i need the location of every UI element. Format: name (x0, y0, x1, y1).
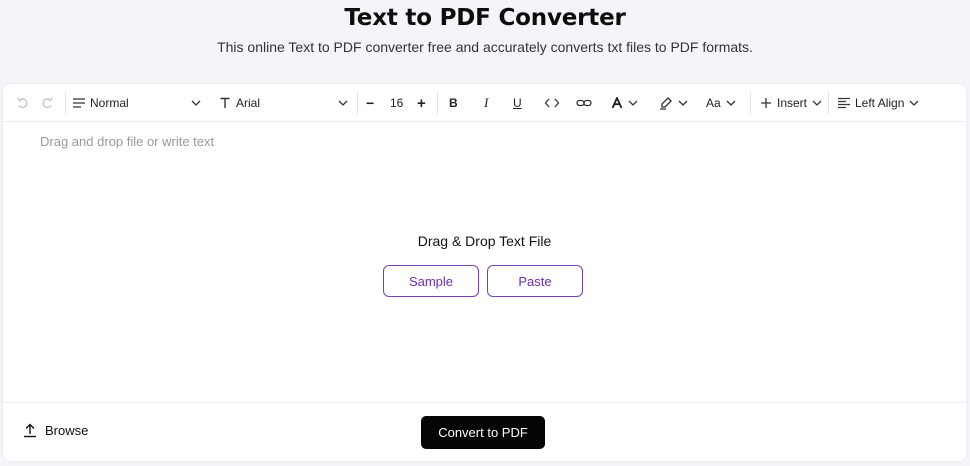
toolbar-divider (437, 92, 438, 114)
text-color-icon (610, 97, 624, 109)
chevron-down-icon (908, 97, 920, 109)
toolbar-divider (750, 92, 751, 114)
editor-footer: Browse Convert to PDF (3, 402, 966, 461)
align-select[interactable]: Left Align (837, 84, 920, 122)
editor-placeholder[interactable]: Drag and drop file or write text (40, 134, 214, 149)
redo-icon[interactable] (40, 84, 54, 122)
underline-button[interactable]: U (513, 84, 522, 122)
text-case-label: Aa (706, 96, 721, 110)
font-family-select[interactable]: Arial (219, 84, 351, 122)
plus-icon (760, 97, 772, 109)
chevron-down-icon (627, 97, 639, 109)
paragraph-style-value: Normal (90, 96, 129, 110)
paragraph-style-select[interactable]: Normal (72, 84, 202, 122)
undo-icon[interactable] (16, 84, 30, 122)
decrease-font-size-button[interactable]: − (366, 84, 374, 122)
sample-button[interactable]: Sample (383, 265, 479, 297)
browse-button[interactable]: Browse (23, 423, 88, 438)
increase-font-size-button[interactable]: + (417, 84, 426, 122)
paste-button[interactable]: Paste (487, 265, 583, 297)
align-label: Left Align (855, 96, 905, 110)
font-icon (219, 97, 231, 109)
text-color-select[interactable] (610, 84, 639, 122)
chevron-down-icon (337, 97, 349, 109)
align-left-icon (837, 97, 851, 109)
editor-card: Normal Arial − 16 + B I U Aa Insert Left… (3, 84, 966, 461)
paragraph-icon (72, 97, 86, 109)
toolbar-divider (65, 92, 66, 114)
highlighter-icon (659, 96, 673, 110)
browse-label: Browse (45, 423, 89, 438)
editor-toolbar: Normal Arial − 16 + B I U Aa Insert Left… (3, 84, 966, 122)
highlight-color-select[interactable] (659, 84, 689, 122)
toolbar-divider (357, 92, 358, 114)
insert-menu[interactable]: Insert (760, 84, 823, 122)
toolbar-divider (828, 92, 829, 114)
bold-button[interactable]: B (449, 84, 458, 122)
chevron-down-icon (811, 97, 823, 109)
drop-zone-title: Drag & Drop Text File (417, 233, 552, 249)
insert-label: Insert (777, 96, 808, 110)
text-case-select[interactable]: Aa (706, 84, 737, 122)
font-family-value: Arial (236, 96, 261, 110)
code-icon[interactable] (544, 84, 560, 122)
link-icon[interactable] (576, 84, 592, 122)
upload-icon (23, 423, 37, 438)
chevron-down-icon (190, 97, 202, 109)
convert-to-pdf-button[interactable]: Convert to PDF (421, 416, 545, 449)
page-subtitle: This online Text to PDF converter free a… (217, 39, 753, 55)
font-size-value[interactable]: 16 (390, 84, 403, 122)
chevron-down-icon (725, 97, 737, 109)
page-title: Text to PDF Converter (344, 5, 626, 31)
chevron-down-icon (677, 97, 689, 109)
italic-button[interactable]: I (484, 84, 488, 122)
